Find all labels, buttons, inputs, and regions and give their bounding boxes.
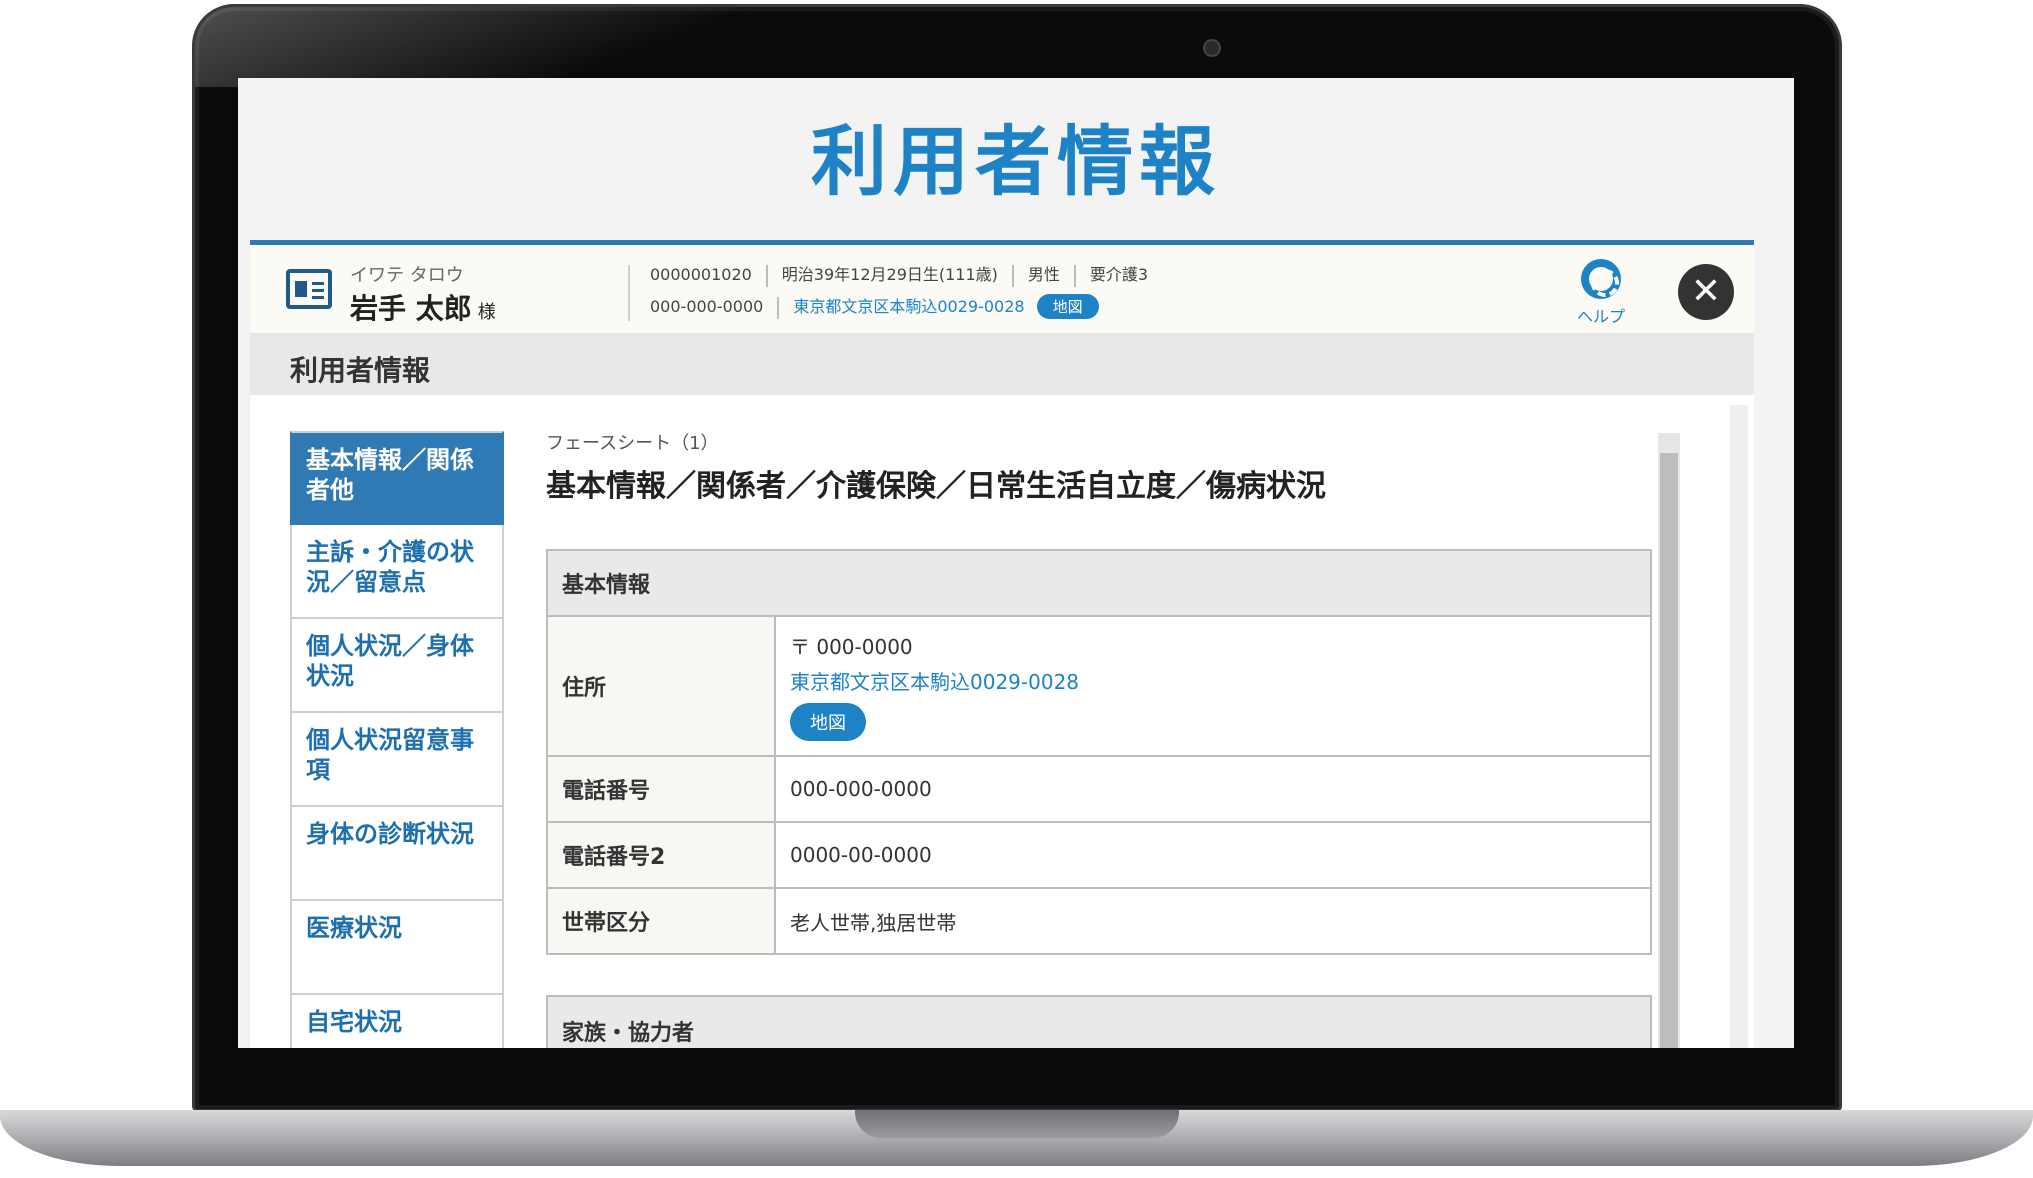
nav-item-home[interactable]: 自宅状況 (290, 995, 504, 1048)
camera-icon (1203, 39, 1221, 57)
divider (628, 265, 630, 321)
nav-item-chief-complaint[interactable]: 主訴・介護の状況／留意点 (290, 525, 504, 619)
phone2-value: 0000-00-0000 (774, 821, 1652, 889)
address-label: 住所 (546, 615, 776, 757)
table-row: 電話番号2 0000-00-0000 (546, 821, 1652, 889)
screen: 利用者情報 イワテ タロウ 岩手 太郎様 0000001020 明治39年12月2… (238, 78, 1794, 1048)
app-window: イワテ タロウ 岩手 太郎様 0000001020 明治39年12月29日生(11… (250, 240, 1754, 1048)
section-title: 利用者情報 (290, 354, 431, 387)
id-card-icon (286, 269, 332, 309)
close-button[interactable]: ✕ (1678, 264, 1734, 320)
table-row: 電話番号 000-000-0000 (546, 755, 1652, 823)
user-name: 岩手 太郎様 (350, 287, 496, 327)
help-label: ヘルプ (1576, 307, 1625, 326)
sheet-label: フェースシート（1） (546, 433, 719, 454)
table-row: 住所 〒 000-0000 東京都文京区本駒込0029-0028 地図 (546, 615, 1652, 757)
user-care-level: 要介護3 (1089, 265, 1149, 284)
user-info-bar: イワテ タロウ 岩手 太郎様 0000001020 明治39年12月29日生(11… (250, 245, 1754, 335)
household-label: 世帯区分 (546, 887, 776, 955)
basic-info-header: 基本情報 (546, 549, 1652, 617)
user-birth: 明治39年12月29日生(111歳) (781, 265, 998, 284)
basic-info-table: 基本情報 住所 〒 000-0000 東京都文京区本駒込0029-0028 地図… (546, 549, 1652, 955)
user-name-text: 岩手 太郎 (350, 292, 472, 325)
household-value: 老人世帯,独居世帯 (774, 887, 1652, 955)
user-address-link[interactable]: 東京都文京区本駒込0029-0028 (793, 297, 1024, 316)
help-button[interactable]: ヘルプ (1566, 259, 1636, 327)
user-meta-row-2: 000-000-0000 東京都文京区本駒込0029-0028 地図 (650, 293, 1099, 319)
side-nav: 基本情報／関係者他 主訴・介護の状況／留意点 個人状況／身体状況 個人状況留意事… (290, 431, 504, 1048)
laptop-notch (855, 1110, 1179, 1138)
window-scrollbar[interactable] (1730, 405, 1748, 1048)
phone-value: 000-000-0000 (774, 755, 1652, 823)
nav-item-medical[interactable]: 医療状況 (290, 901, 504, 995)
map-button[interactable]: 地図 (790, 703, 866, 741)
user-meta-row-1: 0000001020 明治39年12月29日生(111歳) 男性 要介護3 (650, 261, 1148, 287)
nav-item-basic-info[interactable]: 基本情報／関係者他 (290, 431, 504, 525)
scrollbar-thumb[interactable] (1660, 453, 1678, 1048)
content-scrollbar[interactable] (1658, 433, 1680, 1048)
lid-glare (195, 7, 915, 87)
nav-item-personal-notes[interactable]: 個人状況留意事項 (290, 713, 504, 807)
user-kana: イワテ タロウ (350, 265, 464, 286)
user-id: 0000001020 (650, 265, 752, 284)
lifebuoy-icon (1581, 259, 1621, 299)
user-honorific: 様 (477, 302, 496, 323)
address-cell: 〒 000-0000 東京都文京区本駒込0029-0028 地図 (774, 615, 1652, 757)
user-phone: 000-000-0000 (650, 297, 764, 316)
phone-label: 電話番号 (546, 755, 776, 823)
sheet-title: 基本情報／関係者／介護保険／日常生活自立度／傷病状況 (546, 469, 1326, 504)
main-content: フェースシート（1） 基本情報／関係者／介護保険／日常生活自立度／傷病状況 基本… (546, 429, 1652, 1048)
nav-item-personal-status[interactable]: 個人状況／身体状況 (290, 619, 504, 713)
table-row: 世帯区分 老人世帯,独居世帯 (546, 887, 1652, 955)
address-link[interactable]: 東京都文京区本駒込0029-0028 (790, 666, 1650, 695)
user-map-button[interactable]: 地図 (1036, 294, 1099, 319)
phone2-label: 電話番号2 (546, 821, 776, 889)
section-header: 利用者情報 (250, 335, 1754, 395)
laptop-frame: 利用者情報 イワテ タロウ 岩手 太郎様 0000001020 明治39年12月2… (0, 0, 2033, 1178)
nav-item-diagnosis[interactable]: 身体の診断状況 (290, 807, 504, 901)
family-table-header: 家族・協力者 (546, 995, 1652, 1048)
hero-title: 利用者情報 (811, 117, 1221, 206)
postal-code: 〒 000-0000 (790, 635, 913, 659)
user-sex: 男性 (1027, 265, 1060, 284)
